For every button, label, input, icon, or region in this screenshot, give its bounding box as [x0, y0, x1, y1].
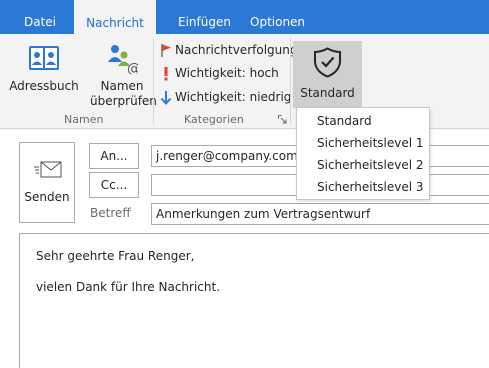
check-names-label-line2: überprüfen [90, 94, 157, 108]
dialog-launcher-icon[interactable] [278, 115, 287, 124]
send-label: Senden [24, 190, 70, 204]
subject-field[interactable]: Anmerkungen zum Vertragsentwurf [151, 203, 489, 225]
to-button[interactable]: An... [89, 143, 139, 169]
address-book-button[interactable]: Adressbuch [8, 42, 80, 102]
tab-datei[interactable]: Datei [24, 0, 56, 34]
security-level-button[interactable]: Standard [293, 41, 362, 108]
send-button[interactable]: Senden [19, 142, 75, 223]
subject-label: Betreff [90, 206, 131, 220]
tab-nachricht[interactable]: Nachricht [74, 0, 156, 34]
importance-high-label: Wichtigkeit: hoch [175, 66, 279, 80]
body-text-line: vielen Dank für Ihre Nachricht. [36, 280, 221, 294]
tab-optionen[interactable]: Optionen [250, 0, 305, 34]
follow-up-label: Nachrichtverfolgung [175, 43, 298, 57]
dropdown-item-level-2[interactable]: Sicherheitslevel 2 [297, 154, 429, 176]
security-level-label: Standard [300, 86, 355, 100]
dropdown-item-level-3[interactable]: Sicherheitslevel 3 [297, 176, 429, 198]
group-separator [290, 38, 291, 124]
shield-check-icon [314, 47, 341, 78]
arrow-down-icon [160, 91, 172, 105]
check-names-label-line1: Namen [100, 79, 144, 93]
address-book-icon [29, 46, 59, 70]
ribbon-tab-bar: Datei Nachricht Einfügen Optionen [0, 0, 489, 34]
importance-low-label: Wichtigkeit: niedrig [175, 90, 292, 104]
group-separator [153, 38, 154, 124]
address-book-label: Adressbuch [9, 79, 79, 93]
tab-einfuegen[interactable]: Einfügen [178, 0, 231, 34]
check-names-icon: @ [108, 45, 138, 74]
dropdown-item-standard[interactable]: Standard [297, 110, 429, 132]
message-body-editor[interactable]: Sehr geehrte Frau Renger, vielen Dank fü… [19, 233, 489, 368]
group-label-kategorien: Kategorien [184, 113, 244, 126]
exclamation-icon [164, 67, 168, 81]
group-label-namen: Namen [64, 113, 104, 126]
dropdown-item-level-1[interactable]: Sicherheitslevel 1 [297, 132, 429, 154]
cc-button[interactable]: Cc... [89, 172, 139, 198]
security-level-dropdown: Standard Sicherheitslevel 1 Sicherheitsl… [296, 107, 430, 200]
flag-icon [161, 44, 171, 57]
envelope-send-icon [34, 161, 62, 178]
svg-text:@: @ [127, 61, 138, 74]
check-names-button[interactable]: @ Namen überprüfen [90, 42, 157, 108]
body-greeting: Sehr geehrte Frau Renger, [36, 249, 195, 263]
